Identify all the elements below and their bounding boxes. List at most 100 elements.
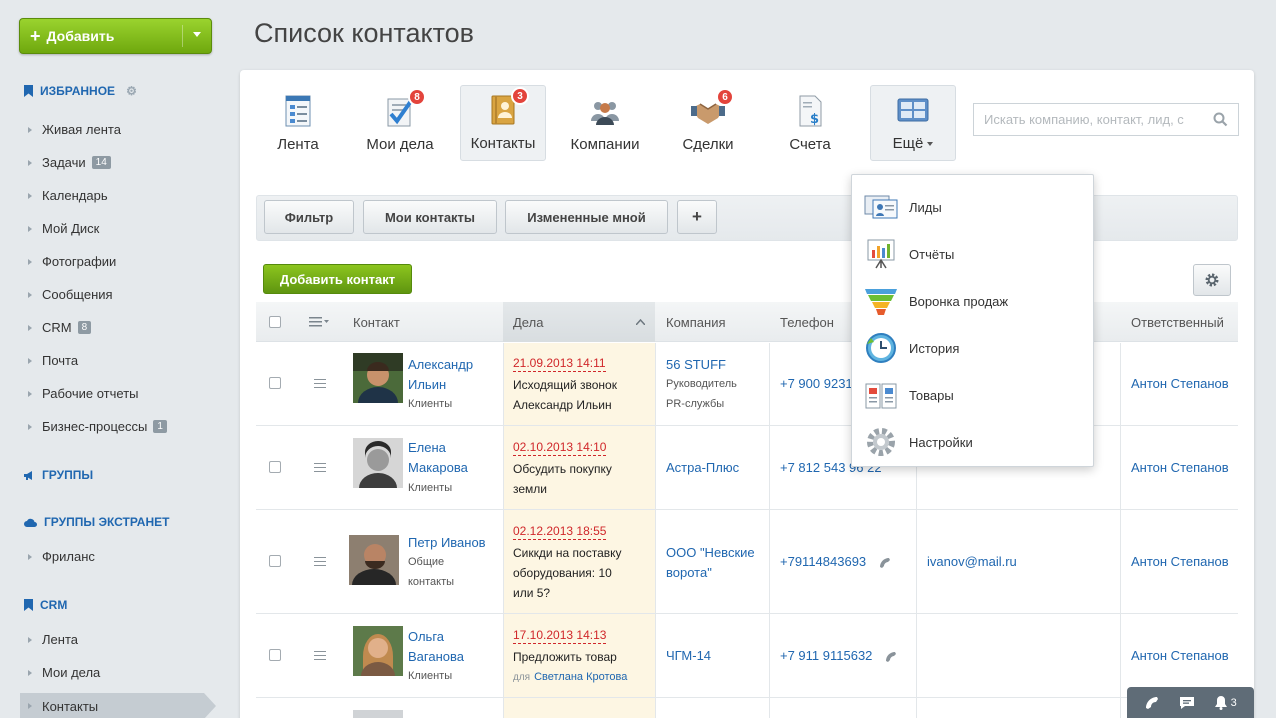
row-menu-icon[interactable] bbox=[314, 651, 326, 660]
modified-by-me-filter[interactable]: Измененные мной bbox=[505, 200, 668, 234]
cloud-icon bbox=[24, 518, 37, 527]
extranet-groups-title[interactable]: ГРУППЫ ЭКСТРАНЕТ bbox=[24, 515, 169, 529]
chart-board-icon bbox=[867, 239, 895, 269]
filter-button[interactable]: Фильтр bbox=[264, 200, 354, 234]
menu-item-leads[interactable]: Лиды bbox=[852, 187, 1095, 227]
sidebar-item-crm-contacts[interactable]: Контакты bbox=[20, 693, 216, 718]
contact-name-link[interactable]: Ольга Ваганова bbox=[408, 627, 464, 667]
sidebar-item-freelance[interactable]: Фриланс bbox=[28, 549, 95, 564]
company-link[interactable]: ЧГМ-14 bbox=[666, 648, 711, 663]
owner-link[interactable]: Антон Степанов bbox=[1131, 648, 1229, 663]
toolbar-contacts[interactable]: 3 Контакты bbox=[460, 85, 546, 161]
favorites-title[interactable]: ИЗБРАННОЕ ⚙ bbox=[24, 84, 137, 98]
row-checkbox[interactable] bbox=[269, 649, 281, 661]
toolbar-deals[interactable]: 6 Сделки bbox=[665, 85, 751, 161]
add-filter-button[interactable]: + bbox=[677, 200, 717, 234]
contact-name-link[interactable]: Петр Иванов bbox=[408, 533, 486, 553]
avatar[interactable] bbox=[353, 353, 403, 403]
contact-name-link[interactable]: Елена Макарова bbox=[408, 438, 468, 478]
crm-section-title[interactable]: CRM bbox=[24, 598, 67, 612]
company-link[interactable]: Астра-Плюс bbox=[666, 460, 739, 475]
add-contact-button[interactable]: Добавить контакт bbox=[263, 264, 412, 294]
chat-icon[interactable] bbox=[1179, 696, 1195, 710]
toolbar-companies[interactable]: Компании bbox=[562, 85, 648, 161]
phone-icon[interactable] bbox=[884, 651, 898, 663]
toolbar-my-tasks[interactable]: 8 Мои дела bbox=[357, 85, 443, 161]
sidebar-item-live-feed[interactable]: Живая лента bbox=[28, 122, 121, 137]
company-link[interactable]: ООО "Невские ворота" bbox=[666, 543, 755, 583]
avatar[interactable] bbox=[353, 708, 403, 718]
handshake-icon: 6 bbox=[691, 88, 734, 128]
select-all-checkbox[interactable] bbox=[269, 302, 281, 342]
sidebar-item-crm-my-tasks[interactable]: Мои дела bbox=[28, 665, 100, 680]
sidebar-item-crm[interactable]: CRM 8 bbox=[28, 320, 92, 335]
owner-link[interactable]: Антон Степанов bbox=[1131, 554, 1229, 569]
deal-person-link[interactable]: Светлана Кротова bbox=[534, 671, 627, 683]
phone-link[interactable]: +7 911 9115632 bbox=[780, 648, 872, 663]
row-checkbox[interactable] bbox=[269, 461, 281, 473]
menu-item-reports[interactable]: Отчёты bbox=[852, 234, 1095, 274]
sidebar-item-calendar[interactable]: Календарь bbox=[28, 188, 108, 203]
column-settings-icon[interactable] bbox=[309, 302, 329, 342]
owner-link[interactable]: Антон Степанов bbox=[1131, 376, 1229, 391]
sidebar-item-messages[interactable]: Сообщения bbox=[28, 287, 113, 302]
search-box[interactable] bbox=[973, 103, 1239, 136]
arrow-icon bbox=[28, 423, 32, 430]
sidebar-item-my-drive[interactable]: Мой Диск bbox=[28, 221, 99, 236]
notifications-button[interactable]: 3 bbox=[1214, 695, 1237, 710]
column-owner[interactable]: Ответственный bbox=[1131, 302, 1224, 342]
toolbar-invoices[interactable]: $ Счета bbox=[767, 85, 853, 161]
sidebar-item-tasks[interactable]: Задачи 14 bbox=[28, 155, 111, 170]
email-link[interactable]: ivanov@mail.ru bbox=[927, 554, 1017, 569]
search-icon[interactable] bbox=[1213, 112, 1228, 130]
sidebar-item-crm-feed[interactable]: Лента bbox=[28, 632, 78, 647]
grid-settings-button[interactable] bbox=[1193, 264, 1231, 296]
avatar[interactable] bbox=[353, 626, 403, 676]
my-contacts-filter[interactable]: Мои контакты bbox=[363, 200, 497, 234]
row-menu-icon[interactable] bbox=[314, 557, 326, 566]
feed-icon bbox=[281, 94, 315, 128]
toolbar-feed[interactable]: Лента bbox=[255, 85, 341, 161]
phone-icon[interactable] bbox=[878, 557, 892, 569]
groups-title[interactable]: ГРУППЫ bbox=[24, 468, 93, 482]
deal-date[interactable]: 21.09.2013 14:11 bbox=[513, 355, 606, 372]
column-contact[interactable]: Контакт bbox=[353, 302, 400, 342]
gear-icon[interactable]: ⚙ bbox=[126, 84, 137, 98]
deal-date[interactable]: 17.10.2013 14:13 bbox=[513, 627, 607, 644]
row-checkbox[interactable] bbox=[269, 555, 281, 567]
sidebar-item-business-processes[interactable]: Бизнес-процессы 1 bbox=[28, 419, 167, 434]
column-deals[interactable]: Дела bbox=[503, 302, 655, 342]
row-menu-icon[interactable] bbox=[314, 379, 326, 388]
column-phone[interactable]: Телефон bbox=[780, 302, 834, 342]
row-menu-icon[interactable] bbox=[314, 463, 326, 472]
arrow-icon bbox=[28, 636, 32, 643]
menu-item-history[interactable]: История bbox=[852, 328, 1095, 368]
menu-item-sales-funnel[interactable]: Воронка продаж bbox=[852, 281, 1095, 321]
checklist-icon: 8 bbox=[383, 88, 426, 128]
phone-link[interactable]: +7 900 9231 bbox=[780, 376, 853, 391]
chevron-down-icon[interactable] bbox=[193, 32, 201, 37]
phone-icon[interactable] bbox=[1144, 696, 1160, 710]
menu-item-settings[interactable]: Настройки bbox=[852, 422, 1095, 462]
contact-name-link[interactable]: Александр Ильин bbox=[408, 355, 473, 395]
menu-item-products[interactable]: Товары bbox=[852, 375, 1095, 415]
toolbar-more[interactable]: Ещё bbox=[870, 85, 956, 161]
company-link[interactable]: 56 STUFF bbox=[666, 355, 726, 375]
search-input[interactable] bbox=[984, 112, 1194, 127]
deal-date[interactable]: 02.10.2013 14:10 bbox=[513, 439, 607, 456]
avatar[interactable] bbox=[353, 438, 403, 488]
gear-icon bbox=[1205, 273, 1219, 287]
add-button[interactable]: + Добавить bbox=[19, 18, 212, 54]
sidebar-item-work-reports[interactable]: Рабочие отчеты bbox=[28, 386, 139, 401]
bookmark-icon bbox=[24, 599, 33, 611]
avatar[interactable] bbox=[349, 535, 399, 585]
sidebar-item-photos[interactable]: Фотографии bbox=[28, 254, 116, 269]
column-company[interactable]: Компания bbox=[666, 302, 726, 342]
row-checkbox[interactable] bbox=[269, 377, 281, 389]
sidebar-item-mail[interactable]: Почта bbox=[28, 353, 78, 368]
owner-link[interactable]: Антон Степанов bbox=[1131, 460, 1229, 475]
deal-date[interactable]: 02.12.2013 18:55 bbox=[513, 523, 607, 540]
bell-icon bbox=[1214, 696, 1227, 710]
deal-for: для Светлана Кротова bbox=[513, 671, 628, 683]
phone-link[interactable]: +79114843693 bbox=[780, 554, 866, 569]
